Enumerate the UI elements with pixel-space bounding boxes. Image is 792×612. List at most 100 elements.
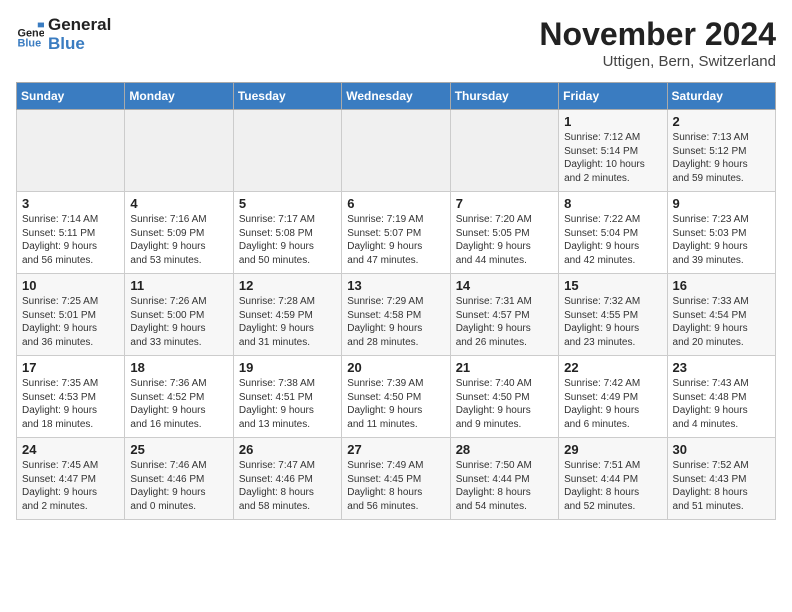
day-number: 13: [347, 278, 444, 293]
day-info: Sunrise: 7:29 AM Sunset: 4:58 PM Dayligh…: [347, 295, 444, 349]
day-number: 14: [456, 278, 553, 293]
day-number: 12: [239, 278, 336, 293]
day-number: 6: [347, 196, 444, 211]
day-number: 3: [22, 196, 119, 211]
calendar-cell: 17 Sunrise: 7:35 AM Sunset: 4:53 PM Dayli…: [17, 356, 125, 438]
calendar-cell: 10 Sunrise: 7:25 AM Sunset: 5:01 PM Dayli…: [17, 274, 125, 356]
logo-line2: Blue: [48, 35, 111, 54]
calendar-cell: 1Sunrise: 7:12 AM Sunset: 5:14 PM Daylig…: [559, 110, 667, 192]
calendar-cell: 29 Sunrise: 7:51 AM Sunset: 4:44 PM Dayli…: [559, 438, 667, 520]
calendar-cell: [125, 110, 233, 192]
header-cell-monday: Monday: [125, 83, 233, 110]
day-number: 8: [564, 196, 661, 211]
day-info: Sunrise: 7:26 AM Sunset: 5:00 PM Dayligh…: [130, 295, 227, 349]
calendar-cell: 22Sunrise: 7:42 AM Sunset: 4:49 PM Dayli…: [559, 356, 667, 438]
calendar-cell: 2 Sunrise: 7:13 AM Sunset: 5:12 PM Daylig…: [667, 110, 775, 192]
calendar-cell: 18Sunrise: 7:36 AM Sunset: 4:52 PM Dayli…: [125, 356, 233, 438]
day-number: 21: [456, 360, 553, 375]
day-number: 10: [22, 278, 119, 293]
calendar-cell: [342, 110, 450, 192]
header-cell-saturday: Saturday: [667, 83, 775, 110]
day-info: Sunrise: 7:39 AM Sunset: 4:50 PM Dayligh…: [347, 377, 444, 431]
title-area: November 2024 Uttigen, Bern, Switzerland: [539, 16, 776, 70]
day-number: 19: [239, 360, 336, 375]
calendar-header-row: SundayMondayTuesdayWednesdayThursdayFrid…: [17, 83, 776, 110]
logo-line1: General: [48, 16, 111, 35]
day-info: Sunrise: 7:36 AM Sunset: 4:52 PM Dayligh…: [130, 377, 227, 431]
day-number: 27: [347, 442, 444, 457]
day-number: 30: [673, 442, 770, 457]
day-info: Sunrise: 7:46 AM Sunset: 4:46 PM Dayligh…: [130, 459, 227, 513]
calendar-cell: 3 Sunrise: 7:14 AM Sunset: 5:11 PM Daylig…: [17, 192, 125, 274]
day-info: Sunrise: 7:49 AM Sunset: 4:45 PM Dayligh…: [347, 459, 444, 513]
header-cell-tuesday: Tuesday: [233, 83, 341, 110]
calendar-week-2: 3 Sunrise: 7:14 AM Sunset: 5:11 PM Daylig…: [17, 192, 776, 274]
logo: General Blue General Blue: [16, 16, 111, 53]
day-info: Sunrise: 7:23 AM Sunset: 5:03 PM Dayligh…: [673, 213, 770, 267]
calendar-cell: 13 Sunrise: 7:29 AM Sunset: 4:58 PM Dayli…: [342, 274, 450, 356]
calendar-cell: 24 Sunrise: 7:45 AM Sunset: 4:47 PM Dayli…: [17, 438, 125, 520]
calendar-cell: 23 Sunrise: 7:43 AM Sunset: 4:48 PM Dayli…: [667, 356, 775, 438]
day-info: Sunrise: 7:35 AM Sunset: 4:53 PM Dayligh…: [22, 377, 119, 431]
day-number: 23: [673, 360, 770, 375]
header-cell-wednesday: Wednesday: [342, 83, 450, 110]
day-info: Sunrise: 7:33 AM Sunset: 4:54 PM Dayligh…: [673, 295, 770, 349]
calendar-cell: 16 Sunrise: 7:33 AM Sunset: 4:54 PM Dayli…: [667, 274, 775, 356]
calendar-cell: 30 Sunrise: 7:52 AM Sunset: 4:43 PM Dayli…: [667, 438, 775, 520]
day-info: Sunrise: 7:47 AM Sunset: 4:46 PM Dayligh…: [239, 459, 336, 513]
calendar-cell: 9 Sunrise: 7:23 AM Sunset: 5:03 PM Daylig…: [667, 192, 775, 274]
day-number: 9: [673, 196, 770, 211]
day-info: Sunrise: 7:43 AM Sunset: 4:48 PM Dayligh…: [673, 377, 770, 431]
calendar-week-4: 17 Sunrise: 7:35 AM Sunset: 4:53 PM Dayli…: [17, 356, 776, 438]
calendar-cell: 7Sunrise: 7:20 AM Sunset: 5:05 PM Daylig…: [450, 192, 558, 274]
svg-text:Blue: Blue: [18, 37, 42, 48]
day-info: Sunrise: 7:52 AM Sunset: 4:43 PM Dayligh…: [673, 459, 770, 513]
day-number: 25: [130, 442, 227, 457]
calendar-cell: 5Sunrise: 7:17 AM Sunset: 5:08 PM Daylig…: [233, 192, 341, 274]
day-info: Sunrise: 7:40 AM Sunset: 4:50 PM Dayligh…: [456, 377, 553, 431]
day-info: Sunrise: 7:14 AM Sunset: 5:11 PM Dayligh…: [22, 213, 119, 267]
calendar-cell: [17, 110, 125, 192]
calendar-cell: 27 Sunrise: 7:49 AM Sunset: 4:45 PM Dayli…: [342, 438, 450, 520]
day-number: 29: [564, 442, 661, 457]
header-cell-thursday: Thursday: [450, 83, 558, 110]
calendar-cell: 21 Sunrise: 7:40 AM Sunset: 4:50 PM Dayli…: [450, 356, 558, 438]
day-number: 26: [239, 442, 336, 457]
calendar-week-1: 1Sunrise: 7:12 AM Sunset: 5:14 PM Daylig…: [17, 110, 776, 192]
day-info: Sunrise: 7:51 AM Sunset: 4:44 PM Dayligh…: [564, 459, 661, 513]
month-title: November 2024: [539, 16, 776, 53]
day-number: 16: [673, 278, 770, 293]
day-info: Sunrise: 7:32 AM Sunset: 4:55 PM Dayligh…: [564, 295, 661, 349]
calendar-cell: 15 Sunrise: 7:32 AM Sunset: 4:55 PM Dayli…: [559, 274, 667, 356]
day-number: 2: [673, 114, 770, 129]
day-number: 22: [564, 360, 661, 375]
calendar-cell: [450, 110, 558, 192]
day-number: 24: [22, 442, 119, 457]
day-info: Sunrise: 7:19 AM Sunset: 5:07 PM Dayligh…: [347, 213, 444, 267]
day-number: 17: [22, 360, 119, 375]
day-info: Sunrise: 7:28 AM Sunset: 4:59 PM Dayligh…: [239, 295, 336, 349]
calendar-cell: 14Sunrise: 7:31 AM Sunset: 4:57 PM Dayli…: [450, 274, 558, 356]
calendar-cell: 28 Sunrise: 7:50 AM Sunset: 4:44 PM Dayli…: [450, 438, 558, 520]
day-number: 11: [130, 278, 227, 293]
calendar-cell: 19 Sunrise: 7:38 AM Sunset: 4:51 PM Dayli…: [233, 356, 341, 438]
day-number: 28: [456, 442, 553, 457]
calendar-cell: [233, 110, 341, 192]
calendar-cell: 25 Sunrise: 7:46 AM Sunset: 4:46 PM Dayli…: [125, 438, 233, 520]
day-number: 15: [564, 278, 661, 293]
location-subtitle: Uttigen, Bern, Switzerland: [539, 53, 776, 70]
calendar-cell: 12 Sunrise: 7:28 AM Sunset: 4:59 PM Dayli…: [233, 274, 341, 356]
calendar-cell: 26 Sunrise: 7:47 AM Sunset: 4:46 PM Dayli…: [233, 438, 341, 520]
day-number: 20: [347, 360, 444, 375]
day-number: 4: [130, 196, 227, 211]
day-info: Sunrise: 7:25 AM Sunset: 5:01 PM Dayligh…: [22, 295, 119, 349]
header-cell-friday: Friday: [559, 83, 667, 110]
day-info: Sunrise: 7:50 AM Sunset: 4:44 PM Dayligh…: [456, 459, 553, 513]
day-info: Sunrise: 7:22 AM Sunset: 5:04 PM Dayligh…: [564, 213, 661, 267]
day-info: Sunrise: 7:13 AM Sunset: 5:12 PM Dayligh…: [673, 131, 770, 185]
day-number: 5: [239, 196, 336, 211]
calendar-week-3: 10 Sunrise: 7:25 AM Sunset: 5:01 PM Dayli…: [17, 274, 776, 356]
day-info: Sunrise: 7:45 AM Sunset: 4:47 PM Dayligh…: [22, 459, 119, 513]
day-info: Sunrise: 7:38 AM Sunset: 4:51 PM Dayligh…: [239, 377, 336, 431]
calendar-cell: 6 Sunrise: 7:19 AM Sunset: 5:07 PM Daylig…: [342, 192, 450, 274]
